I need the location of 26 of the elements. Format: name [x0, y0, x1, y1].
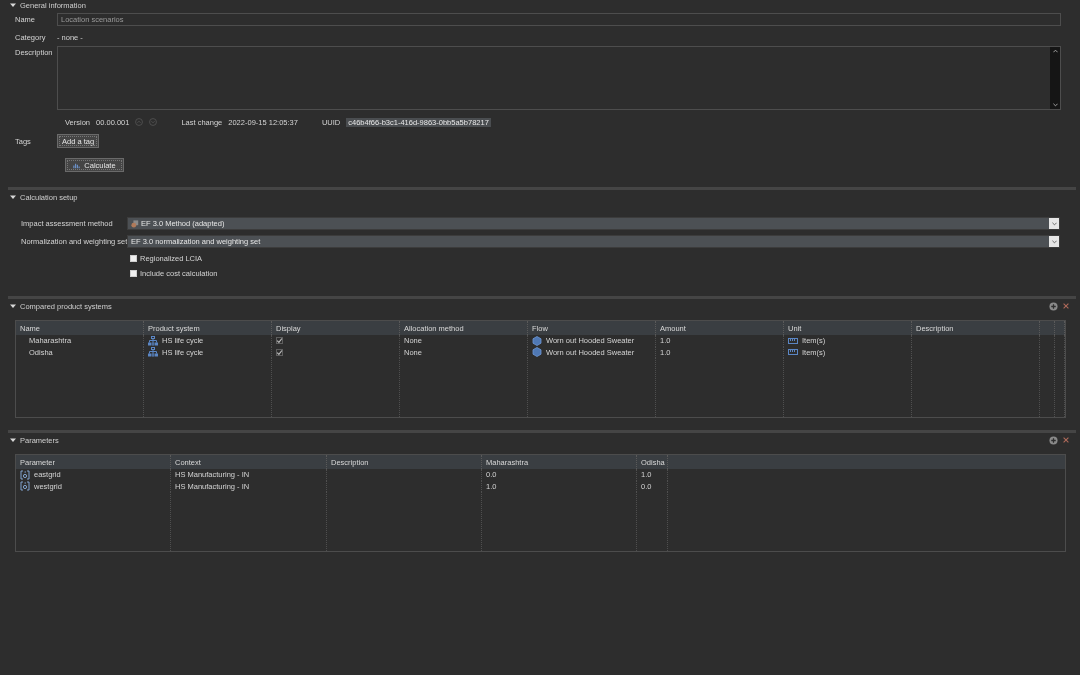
expand-arrow-icon[interactable]	[10, 194, 16, 200]
scrollbar[interactable]	[1050, 47, 1060, 109]
bar-chart-icon	[73, 161, 81, 169]
checkbox[interactable]	[276, 337, 283, 345]
scroll-up-icon[interactable]	[1052, 49, 1058, 53]
description-field[interactable]	[57, 46, 1061, 110]
close-icon[interactable]	[1062, 302, 1070, 310]
hierarchy-icon	[148, 347, 158, 358]
ruler-icon	[788, 336, 798, 345]
expand-arrow-icon[interactable]	[10, 2, 16, 8]
add-icon[interactable]	[1049, 435, 1058, 445]
ruler-icon	[788, 348, 798, 357]
scroll-down-icon[interactable]	[1052, 103, 1058, 107]
hexagon-icon	[532, 335, 542, 346]
hierarchy-icon	[148, 335, 158, 346]
checkbox[interactable]	[276, 348, 283, 356]
close-icon[interactable]	[1062, 436, 1070, 444]
method-icon	[131, 219, 139, 228]
parameter-icon	[20, 481, 30, 492]
expand-arrow-icon[interactable]	[10, 303, 16, 309]
dropdown-icon[interactable]	[1049, 236, 1059, 247]
parameter-icon	[20, 469, 30, 480]
expand-arrow-icon[interactable]	[10, 437, 16, 443]
dropdown-icon[interactable]	[1049, 218, 1059, 229]
hexagon-icon	[532, 347, 542, 358]
add-icon[interactable]	[1049, 301, 1058, 311]
